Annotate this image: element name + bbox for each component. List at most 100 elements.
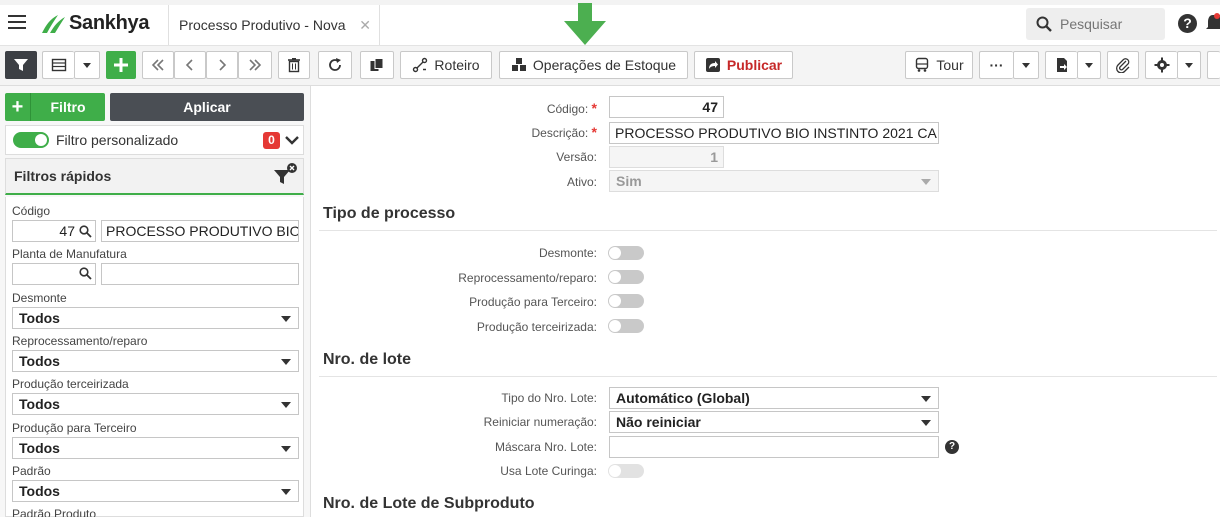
brand-logo[interactable]: Sankhya bbox=[38, 12, 149, 35]
tab-title: Processo Produtivo - Nova bbox=[179, 17, 346, 33]
desmonte-label: Desmonte: bbox=[538, 246, 597, 260]
filter-planta-description bbox=[101, 263, 299, 285]
filter-desmonte-label: Desmonte bbox=[12, 291, 67, 305]
first-record-button[interactable] bbox=[142, 51, 174, 79]
codigo-label: Código: * bbox=[397, 100, 597, 116]
arrow-down-icon bbox=[564, 3, 606, 45]
filter-para-terceiro-select[interactable]: Todos bbox=[12, 437, 299, 459]
roteiro-label: Roteiro bbox=[434, 57, 480, 73]
custom-filter-label: Filtro personalizado bbox=[56, 132, 179, 148]
export-button[interactable] bbox=[1045, 51, 1077, 79]
duplicate-button[interactable] bbox=[360, 51, 394, 79]
sankhya-logo-icon bbox=[42, 14, 65, 33]
attach-button[interactable] bbox=[1107, 51, 1139, 79]
versao-input: 1 bbox=[609, 146, 724, 168]
quick-filters-body: Código 47 PROCESSO PRODUTIVO BIO INSTINT… bbox=[5, 197, 304, 517]
desmonte-toggle[interactable] bbox=[608, 246, 644, 260]
double-chevron-left-icon bbox=[151, 59, 164, 71]
filter-padrao-select[interactable]: Todos bbox=[12, 480, 299, 502]
publicar-button[interactable]: Publicar bbox=[694, 51, 793, 79]
chevron-down-icon bbox=[921, 420, 931, 426]
filter-reprocessamento-select[interactable]: Todos bbox=[12, 350, 299, 372]
filter-para-terceiro-value: Todos bbox=[19, 440, 60, 456]
tour-button[interactable]: Tour bbox=[905, 51, 973, 79]
ativo-label: Ativo: bbox=[566, 175, 597, 189]
clear-filter-icon[interactable] bbox=[273, 162, 299, 188]
search-icon[interactable] bbox=[79, 267, 92, 280]
versao-label: Versão: bbox=[556, 150, 597, 164]
chevron-down-icon bbox=[281, 359, 291, 365]
settings-dropdown[interactable] bbox=[1177, 51, 1201, 79]
section-divider bbox=[319, 230, 1217, 231]
view-dropdown-button[interactable] bbox=[74, 51, 100, 79]
filter-terceirizada-label: Produção terceirizada bbox=[12, 377, 129, 391]
next-record-button[interactable] bbox=[206, 51, 238, 79]
file-export-icon bbox=[1056, 58, 1067, 72]
codigo-input[interactable]: 47 bbox=[609, 96, 724, 118]
roteiro-button[interactable]: Roteiro bbox=[400, 51, 492, 79]
grid-view-button[interactable] bbox=[42, 51, 74, 79]
reprocessamento-toggle[interactable] bbox=[608, 270, 644, 284]
plus-icon bbox=[114, 58, 128, 72]
delete-button[interactable] bbox=[278, 51, 310, 79]
route-icon bbox=[413, 57, 428, 73]
quick-filters-title: Filtros rápidos bbox=[14, 168, 112, 184]
custom-filter-toggle[interactable] bbox=[13, 132, 49, 148]
custom-filter-row: Filtro personalizado 0 bbox=[5, 125, 304, 155]
filter-terceirizada-value: Todos bbox=[19, 396, 60, 412]
tipo-lote-label: Tipo do Nro. Lote: bbox=[501, 391, 597, 405]
ativo-select: Sim bbox=[609, 170, 939, 192]
help-icon[interactable]: ? bbox=[945, 440, 959, 454]
export-dropdown[interactable] bbox=[1077, 51, 1101, 79]
chevron-down-icon bbox=[281, 489, 291, 495]
usa-curinga-label: Usa Lote Curinga: bbox=[500, 464, 597, 478]
chevron-down-icon bbox=[1022, 62, 1030, 68]
mascara-input[interactable] bbox=[609, 436, 939, 458]
extra-button[interactable] bbox=[1207, 51, 1220, 79]
filter-padrao-produto-label: Padrão Produto bbox=[12, 507, 97, 517]
section-nro-lote: Nro. de lote bbox=[323, 351, 412, 368]
close-icon[interactable]: ✕ bbox=[359, 17, 371, 34]
share-icon bbox=[705, 58, 720, 72]
previous-record-button[interactable] bbox=[174, 51, 206, 79]
filter-desmonte-select[interactable]: Todos bbox=[12, 307, 299, 329]
paperclip-icon bbox=[1116, 58, 1130, 73]
settings-button[interactable] bbox=[1145, 51, 1177, 79]
tipo-lote-value: Automático (Global) bbox=[616, 390, 750, 406]
operacoes-estoque-button[interactable]: Operações de Estoque bbox=[499, 51, 688, 79]
reiniciar-select[interactable]: Não reiniciar bbox=[609, 411, 939, 433]
codigo-label-text: Código: bbox=[546, 102, 589, 116]
filter-count-badge: 0 bbox=[263, 132, 280, 149]
menu-icon[interactable] bbox=[8, 15, 26, 29]
search-icon[interactable] bbox=[79, 225, 92, 238]
chevron-down-icon bbox=[921, 179, 931, 185]
quick-filters-header: Filtros rápidos bbox=[5, 158, 304, 195]
more-options-button[interactable]: ··· bbox=[979, 51, 1013, 79]
operacoes-estoque-label: Operações de Estoque bbox=[532, 57, 677, 73]
filter-terceirizada-select[interactable]: Todos bbox=[12, 393, 299, 415]
refresh-button[interactable] bbox=[318, 51, 352, 79]
apply-button[interactable]: Aplicar bbox=[110, 93, 304, 121]
tab-processo-produtivo[interactable]: Processo Produtivo - Nova ✕ bbox=[168, 5, 380, 45]
reiniciar-label: Reiniciar numeração: bbox=[483, 415, 597, 429]
descricao-input[interactable]: PROCESSO PRODUTIVO BIO INSTINTO 2021 CAR… bbox=[609, 122, 939, 144]
chevron-down-icon bbox=[1185, 62, 1193, 68]
bell-icon[interactable] bbox=[1206, 12, 1220, 34]
add-button[interactable] bbox=[106, 51, 136, 79]
ativo-value: Sim bbox=[616, 173, 642, 189]
section-tipo-processo: Tipo de processo bbox=[323, 205, 456, 222]
search-box[interactable] bbox=[1026, 8, 1165, 40]
more-options-dropdown[interactable] bbox=[1013, 51, 1039, 79]
para-terceiro-toggle[interactable] bbox=[608, 294, 644, 308]
search-input[interactable] bbox=[1060, 16, 1160, 32]
funnel-icon bbox=[14, 59, 28, 71]
terceirizada-toggle[interactable] bbox=[608, 319, 644, 333]
filter-codigo-description: PROCESSO PRODUTIVO BIO INSTINTO 2021 CAR… bbox=[101, 220, 299, 242]
filter-planta-label: Planta de Manufatura bbox=[12, 247, 127, 261]
chevron-down-icon[interactable] bbox=[284, 132, 300, 148]
help-icon[interactable]: ? bbox=[1178, 14, 1197, 33]
filter-toggle-button[interactable] bbox=[5, 51, 37, 79]
tipo-lote-select[interactable]: Automático (Global) bbox=[609, 387, 939, 409]
last-record-button[interactable] bbox=[238, 51, 272, 79]
add-filter-button[interactable]: + Filtro bbox=[5, 93, 105, 121]
